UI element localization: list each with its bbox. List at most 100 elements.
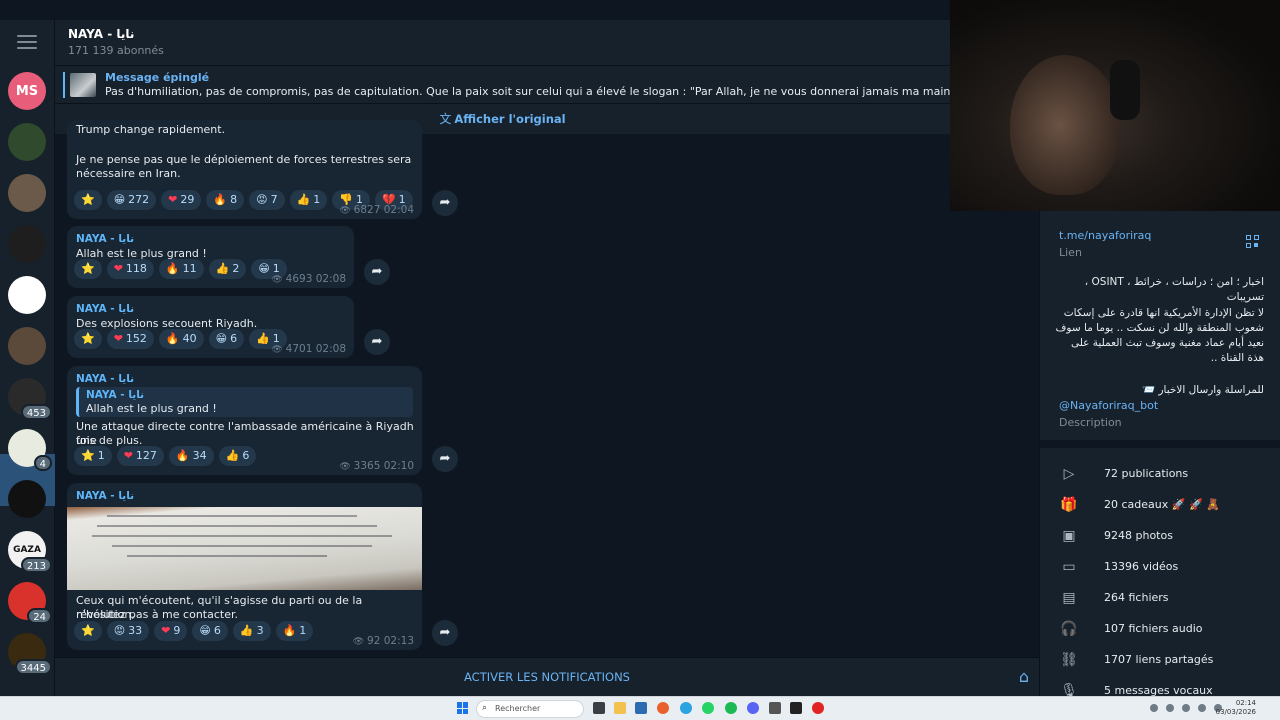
whatsapp-icon[interactable] [702, 702, 714, 714]
reaction-emoji: 😁 [258, 262, 270, 275]
start-button-icon[interactable] [457, 702, 469, 714]
taskbar-search[interactable]: ⌕ Rechercher [476, 700, 584, 718]
reaction-chip[interactable]: 😁 6 [192, 621, 228, 641]
discord-icon[interactable] [747, 702, 759, 714]
reaction-chip[interactable]: ❤ 29 [161, 190, 202, 210]
links-icon: ⛓ [1060, 652, 1078, 668]
chat-avatar[interactable]: GAZA 213 [8, 531, 52, 573]
chat-avatar[interactable] [8, 276, 46, 314]
chat-avatar[interactable] [8, 480, 46, 518]
message-bubble[interactable]: NAYA - نايا Allah est le plus grand ! ⭐ ❤ 11… [67, 226, 354, 288]
photo-text-line [127, 555, 327, 557]
gift-icon[interactable]: ⌂ [1019, 667, 1029, 686]
reaction-chip[interactable]: ❤ 152 [106, 329, 154, 349]
reaction-chip[interactable]: 😡 33 [106, 621, 150, 641]
chat-avatar[interactable]: MS [8, 72, 46, 110]
stat-row[interactable]: ▤ 264 fichiers [1040, 583, 1280, 614]
reaction-chip[interactable]: ⭐ [74, 329, 102, 349]
wifi-icon[interactable] [1182, 704, 1190, 712]
sender-name[interactable]: NAYA - نايا [76, 490, 134, 502]
sender-name[interactable]: NAYA - نايا [76, 373, 134, 385]
message-bubble[interactable]: Trump change rapidement. Je ne pense pas … [67, 120, 422, 219]
browser-icon[interactable] [657, 702, 669, 714]
message-photo[interactable] [67, 507, 422, 590]
pinned-indicator [63, 72, 65, 98]
app-icon[interactable] [769, 702, 781, 714]
hamburger-menu-icon[interactable] [17, 35, 37, 51]
reaction-chip[interactable]: 🔥 8 [206, 190, 245, 210]
stat-row[interactable]: 🎧 107 fichiers audio [1040, 614, 1280, 645]
chat-avatar[interactable]: 4 [8, 429, 52, 471]
file-explorer-icon[interactable] [614, 702, 626, 714]
stat-row[interactable]: ▣ 9248 photos [1040, 521, 1280, 552]
enable-notifications-button[interactable]: ACTIVER LES NOTIFICATIONS [55, 658, 1039, 697]
reaction-emoji: 👍 [256, 332, 270, 345]
reaction-chip[interactable]: ⭐ [74, 621, 102, 641]
reaction-emoji: ⭐ [81, 449, 95, 462]
reaction-chip[interactable]: 🔥 40 [158, 329, 204, 349]
chat-avatar[interactable] [8, 327, 46, 365]
views-icon: 👁 [339, 206, 354, 216]
spotify-icon[interactable] [725, 702, 737, 714]
reaction-chip[interactable]: 😁 272 [106, 190, 157, 210]
reaction-chip[interactable]: 🔥 34 [168, 446, 214, 466]
reaction-count: 1 [299, 624, 307, 637]
chat-avatar[interactable]: 3445 [8, 633, 52, 675]
chat-avatar[interactable] [8, 174, 46, 212]
reaction-chip[interactable]: ⭐ 1 [74, 446, 112, 466]
reaction-emoji: 👍 [239, 624, 254, 637]
reaction-chip[interactable]: 😡 7 [249, 190, 285, 210]
chat-avatar[interactable]: 24 [8, 582, 52, 624]
chat-avatar[interactable] [8, 225, 46, 263]
reaction-chip[interactable]: 👍 6 [218, 446, 257, 466]
recorder-icon[interactable] [812, 702, 824, 714]
show-original-button[interactable]: Afficher l'original [454, 112, 565, 126]
qr-code-icon[interactable] [1246, 235, 1260, 249]
reaction-chip[interactable]: 👍 1 [289, 190, 328, 210]
channel-link[interactable]: t.me/nayaforiraq [1059, 229, 1151, 242]
view-count: 6827 [353, 204, 381, 216]
reaction-emoji: 😁 [113, 193, 126, 206]
reaction-chip[interactable]: 🔥 11 [158, 259, 204, 279]
message-bubble[interactable]: NAYA - نايا Ceux qui m'écoutent, qu'il s'… [67, 483, 422, 650]
pinned-message-bar[interactable]: Message épinglé Pas d'humiliation, pas d… [55, 65, 950, 103]
forward-icon[interactable]: ➦ [432, 190, 458, 216]
reaction-count: 40 [182, 332, 197, 345]
store-icon[interactable] [635, 702, 647, 714]
stat-row[interactable]: ⛓ 1707 liens partagés [1040, 645, 1280, 676]
stat-row[interactable]: 🎁 20 cadeaux 🚀 🚀 🧸 [1040, 490, 1280, 521]
reaction-count: 6 [213, 624, 221, 637]
chat-header[interactable]: NAYA - نايا 171 139 abonnés [55, 20, 950, 65]
tray-icon[interactable] [1150, 704, 1158, 712]
forward-icon[interactable]: ➦ [364, 259, 390, 285]
reaction-chip[interactable]: ❤ 9 [154, 621, 188, 641]
chat-avatar[interactable]: 453 [8, 378, 52, 420]
forward-icon[interactable]: ➦ [364, 329, 390, 355]
clock[interactable]: 02:14 03/03/2026 [1216, 699, 1256, 717]
forward-icon[interactable]: ➦ [432, 446, 458, 472]
reaction-chip[interactable]: ⭐ [74, 190, 102, 210]
forward-icon[interactable]: ➦ [432, 620, 458, 646]
volume-icon[interactable] [1198, 704, 1206, 712]
sender-name[interactable]: NAYA - نايا [76, 233, 134, 245]
message-bubble[interactable]: NAYA - نايا NAYA - نايا Allah est le plus … [67, 366, 422, 475]
chat-avatar[interactable] [8, 123, 46, 161]
reaction-chip[interactable]: ⭐ [74, 259, 102, 279]
reaction-chip[interactable]: 🔥 1 [275, 621, 314, 641]
obs-icon[interactable] [790, 702, 802, 714]
stat-row[interactable]: ▷ 72 publications [1040, 459, 1280, 490]
reaction-chip[interactable]: ❤ 127 [116, 446, 164, 466]
tray-icon[interactable] [1166, 704, 1174, 712]
reaction-chip[interactable]: ❤ 118 [106, 259, 154, 279]
reaction-chip[interactable]: 😁 6 [208, 329, 245, 349]
reaction-count: 33 [128, 624, 143, 637]
reaction-chip[interactable]: 👍 3 [232, 621, 271, 641]
bot-link[interactable]: @Nayaforiraq_bot [1059, 399, 1158, 412]
reaction-chip[interactable]: 👍 2 [208, 259, 247, 279]
telegram-icon[interactable] [680, 702, 692, 714]
message-bubble[interactable]: NAYA - نايا Des explosions secouent Riyad… [67, 296, 354, 358]
task-view-icon[interactable] [593, 702, 605, 714]
sender-name[interactable]: NAYA - نايا [76, 303, 134, 315]
stat-row[interactable]: ▭ 13396 vidéos [1040, 552, 1280, 583]
reply-quote[interactable]: NAYA - نايا Allah est le plus grand ! [76, 387, 413, 417]
